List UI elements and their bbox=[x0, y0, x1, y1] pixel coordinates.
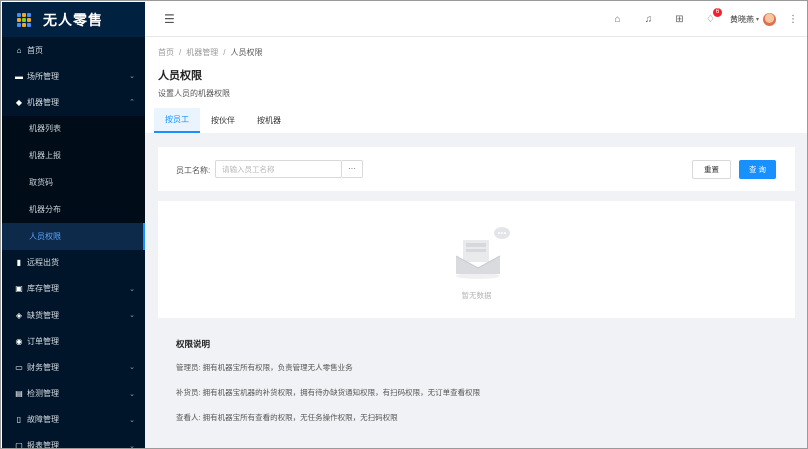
tab-by-employee[interactable]: 按员工 bbox=[154, 108, 200, 133]
breadcrumb-home[interactable]: 首页 bbox=[158, 48, 174, 57]
home-icon: ⌂ bbox=[16, 45, 22, 55]
fault-icon: ▯ bbox=[16, 415, 22, 425]
sidebar-item-label: 故障管理 bbox=[27, 415, 59, 425]
inventory-icon: ▣ bbox=[15, 284, 23, 294]
chevron-down-icon: ▾ bbox=[755, 16, 759, 23]
sidebar-item-shortage[interactable]: ◈ 缺货管理 ⌄ bbox=[2, 302, 145, 328]
apps-grid-icon[interactable]: ⊞ bbox=[664, 14, 695, 25]
employee-name-label: 员工名称: bbox=[176, 166, 211, 175]
android-icon: ◆ bbox=[15, 97, 23, 107]
sidebar-subitem-staff-permissions[interactable]: 人员权限 bbox=[2, 222, 145, 250]
sidebar-item-remote-dispense[interactable]: ▮ 远程出货 bbox=[2, 250, 145, 276]
page-subtitle: 设置人员的机器权限 bbox=[158, 89, 230, 98]
sidebar-item-label: 报表管理 bbox=[27, 441, 59, 449]
app-title: 无人零售 bbox=[43, 11, 103, 28]
app-logo[interactable]: 无人零售 bbox=[2, 2, 145, 37]
breadcrumb-machines[interactable]: 机器管理 bbox=[186, 48, 218, 57]
sidebar: 无人零售 ⌂ 首页 ▬ 场所管理 ⌄ ◆ 机器管理 ⌃ 机器列表 机器上报 取货… bbox=[2, 2, 145, 449]
sidebar-subitem-pickup-code[interactable]: 取货码 bbox=[2, 169, 145, 196]
chevron-down-icon: ⌄ bbox=[129, 285, 135, 293]
page-header: 首页 / 机器管理 / 人员权限 人员权限 设置人员的机器权限 按员工 按伙伴 按机器 bbox=[145, 37, 807, 133]
permission-title: 权限说明 bbox=[176, 339, 211, 349]
finance-icon: ▭ bbox=[15, 362, 23, 372]
sidebar-item-label: 机器管理 bbox=[27, 97, 59, 107]
sidebar-item-label: 财务管理 bbox=[27, 362, 59, 372]
sidebar-item-label: 远程出货 bbox=[27, 258, 59, 268]
chevron-down-icon: ⌄ bbox=[129, 73, 135, 81]
chevron-down-icon: ⌄ bbox=[129, 442, 135, 449]
employee-name-input[interactable] bbox=[215, 160, 342, 178]
chevron-down-icon: ⌄ bbox=[129, 364, 135, 372]
store-icon: ▬ bbox=[15, 71, 23, 81]
shortage-icon: ◈ bbox=[15, 310, 23, 320]
tab-by-machine[interactable]: 按机器 bbox=[246, 108, 292, 133]
sidebar-subitem-machine-report[interactable]: 机器上报 bbox=[2, 142, 145, 170]
permission-restocker: 补货员: 拥有机器宝机器的补货权限，拥有待办缺货通知权限，有扫码权限，无订单查看… bbox=[176, 388, 481, 397]
bell-icon[interactable]: ♢ 6 bbox=[695, 7, 726, 25]
sidebar-item-machines[interactable]: ◆ 机器管理 ⌃ bbox=[2, 89, 145, 115]
breadcrumb-current: 人员权限 bbox=[230, 48, 263, 57]
sidebar-item-label: 场所管理 bbox=[27, 71, 59, 81]
sidebar-item-label: 库存管理 bbox=[27, 284, 59, 294]
chevron-down-icon: ⌄ bbox=[129, 390, 135, 398]
sidebar-item-inventory[interactable]: ▣ 库存管理 ⌄ bbox=[2, 276, 145, 302]
sidebar-item-label: 缺货管理 bbox=[27, 310, 59, 320]
bottle-icon: ▮ bbox=[16, 258, 22, 268]
more-vertical-icon[interactable]: ⋮ bbox=[788, 14, 798, 25]
permission-description: 权限说明 管理员: 拥有机器宝所有权限，负责管理无人零售业务 补货员: 拥有机器… bbox=[158, 318, 795, 448]
permission-viewer: 查看人: 拥有机器宝所有查看的权限，无任务操作权限，无扫码权限 bbox=[176, 413, 398, 422]
report-icon: ▢ bbox=[15, 441, 23, 449]
inspection-icon: ▤ bbox=[15, 389, 23, 399]
sidebar-item-venue[interactable]: ▬ 场所管理 ⌄ bbox=[2, 63, 145, 89]
sidebar-item-label: 检测管理 bbox=[27, 389, 59, 399]
sidebar-item-reports[interactable]: ▢ 报表管理 ⌄ bbox=[2, 433, 145, 449]
headset-icon[interactable]: ♫ bbox=[633, 14, 664, 25]
sidebar-item-inspection[interactable]: ▤ 检测管理 ⌄ bbox=[2, 380, 145, 406]
sidebar-item-label: 首页 bbox=[27, 45, 43, 55]
sidebar-item-home[interactable]: ⌂ 首页 bbox=[2, 37, 145, 63]
username: 黄晓燕 bbox=[729, 14, 754, 24]
page-title: 人员权限 bbox=[158, 70, 202, 82]
sidebar-item-finance[interactable]: ▭ 财务管理 ⌄ bbox=[2, 354, 145, 380]
home-icon[interactable]: ⌂ bbox=[602, 14, 633, 25]
query-button[interactable]: 查 询 bbox=[739, 160, 776, 179]
chevron-down-icon: ⌄ bbox=[129, 416, 135, 424]
avatar[interactable] bbox=[763, 12, 776, 26]
reset-button[interactable]: 重置 bbox=[692, 160, 731, 179]
more-options-button[interactable]: ··· bbox=[342, 160, 363, 178]
sidebar-subitem-machine-list[interactable]: 机器列表 bbox=[2, 115, 145, 143]
results-empty-state: 暂无数据 bbox=[158, 201, 795, 318]
chevron-down-icon: ⌄ bbox=[129, 312, 135, 320]
empty-inbox-icon bbox=[455, 227, 510, 279]
notification-badge: 6 bbox=[712, 7, 722, 17]
sidebar-item-label: 订单管理 bbox=[27, 336, 59, 346]
chevron-up-icon: ⌃ bbox=[129, 99, 135, 107]
top-header: ☰ ⌂ ♫ ⊞ ♢ 6 黄晓燕 ▾ ⋮ bbox=[145, 2, 807, 37]
sidebar-subitem-machine-distribution[interactable]: 机器分布 bbox=[2, 195, 145, 223]
tab-by-partner[interactable]: 按伙伴 bbox=[200, 108, 246, 133]
menu-toggle-icon[interactable]: ☰ bbox=[164, 12, 175, 26]
permission-admin: 管理员: 拥有机器宝所有权限，负责管理无人零售业务 bbox=[176, 363, 353, 372]
app-grid-logo-icon bbox=[17, 12, 31, 27]
tab-bar: 按员工 按伙伴 按机器 bbox=[154, 108, 292, 133]
order-icon: ◉ bbox=[15, 336, 23, 346]
app-window: 无人零售 ⌂ 首页 ▬ 场所管理 ⌄ ◆ 机器管理 ⌃ 机器列表 机器上报 取货… bbox=[0, 0, 808, 449]
search-form: 员工名称: ··· 重置 查 询 bbox=[158, 147, 795, 191]
breadcrumb: 首页 / 机器管理 / 人员权限 bbox=[158, 48, 263, 57]
sidebar-item-orders[interactable]: ◉ 订单管理 bbox=[2, 328, 145, 354]
sidebar-item-faults[interactable]: ▯ 故障管理 ⌄ bbox=[2, 407, 145, 433]
empty-state-text: 暂无数据 bbox=[461, 291, 492, 300]
user-menu[interactable]: 黄晓燕 ▾ bbox=[729, 12, 776, 26]
header-actions: ⌂ ♫ ⊞ ♢ 6 黄晓燕 ▾ ⋮ bbox=[602, 7, 807, 26]
